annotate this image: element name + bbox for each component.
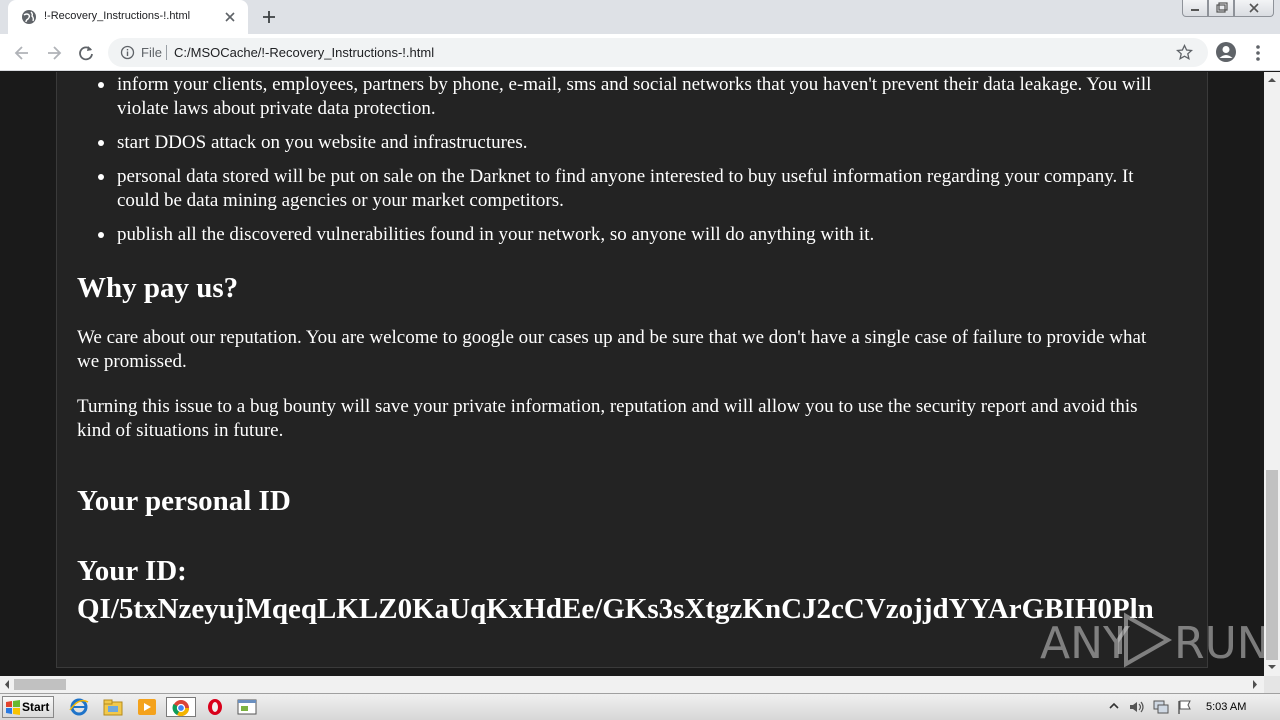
star-icon[interactable] <box>1176 44 1193 61</box>
minimize-icon <box>1191 9 1199 11</box>
ransom-note-content: inform your clients, employees, partners… <box>77 72 1177 628</box>
threat-list: inform your clients, employees, partners… <box>77 73 1177 247</box>
scroll-up-icon[interactable] <box>1264 73 1280 87</box>
id-value: QI/5txNzeyujMqeqLKLZ0KaUqKxHdEe/GKs3sXtg… <box>77 593 1154 625</box>
taskbar-clock[interactable]: 5:03 AM <box>1206 701 1246 713</box>
bug-bounty-paragraph: Turning this issue to a bug bounty will … <box>77 396 1138 441</box>
tab-strip: !-Recovery_Instructions-!.html <box>0 0 1280 34</box>
url-input[interactable] <box>174 42 1134 63</box>
page-viewport: inform your clients, employees, partners… <box>0 72 1264 676</box>
taskbar: Start 5:03 AM <box>0 693 1280 720</box>
list-item: inform your clients, employees, partners… <box>77 73 1177 121</box>
svg-text:RUN: RUN <box>1174 618 1264 669</box>
minimize-button[interactable] <box>1182 0 1208 17</box>
action-center-flag-icon[interactable] <box>1176 699 1194 715</box>
omnibox[interactable]: File <box>108 38 1208 67</box>
chrome-icon <box>172 700 190 717</box>
personal-id-block: Your ID: QI/5txNzeyujMqeqLKLZ0KaUqKxHdEe… <box>77 552 1177 628</box>
scroll-right-icon[interactable] <box>1250 678 1260 691</box>
globe-icon <box>22 10 36 24</box>
anyrun-watermark: ANY RUN <box>1040 608 1270 672</box>
opera-icon[interactable] <box>204 697 226 717</box>
why-pay-heading: Why pay us? <box>77 272 239 304</box>
plus-icon[interactable] <box>260 8 278 26</box>
reload-icon[interactable] <box>76 43 96 63</box>
list-item: publish all the discovered vulnerabiliti… <box>77 223 1177 247</box>
browser-tab[interactable]: !-Recovery_Instructions-!.html <box>8 0 248 34</box>
horizontal-scroll-thumb[interactable] <box>14 679 66 690</box>
vertical-scrollbar[interactable] <box>1264 72 1280 676</box>
reputation-paragraph: We care about our reputation. You are we… <box>77 327 1147 372</box>
app-window-icon[interactable] <box>236 697 258 717</box>
list-item: personal data stored will be put on sale… <box>77 165 1177 213</box>
windows-logo-icon <box>6 700 20 715</box>
id-label: Your ID: <box>77 555 187 587</box>
show-hidden-icons-icon[interactable] <box>1108 700 1120 714</box>
scroll-down-icon[interactable] <box>1264 660 1280 674</box>
personal-id-heading: Your personal ID <box>77 485 291 517</box>
forward-arrow-icon[interactable] <box>44 43 64 63</box>
internet-explorer-icon[interactable] <box>68 697 90 717</box>
close-icon[interactable] <box>222 9 238 25</box>
back-arrow-icon[interactable] <box>12 43 32 63</box>
svg-text:ANY: ANY <box>1040 618 1130 669</box>
browser-toolbar: File <box>0 34 1280 71</box>
kebab-menu-icon[interactable] <box>1252 43 1264 63</box>
start-button[interactable]: Start <box>2 696 54 718</box>
scrollbar-corner <box>1264 676 1280 693</box>
scroll-left-icon[interactable] <box>2 678 12 691</box>
tab-title: !-Recovery_Instructions-!.html <box>44 10 191 22</box>
info-icon[interactable] <box>120 45 135 60</box>
file-scheme-label: File <box>141 45 162 60</box>
watermark-logo: ANY RUN <box>1040 612 1270 669</box>
account-icon[interactable] <box>1215 41 1237 63</box>
omnibox-separator <box>166 45 167 60</box>
file-explorer-icon[interactable] <box>102 697 124 717</box>
network-icon[interactable] <box>1152 699 1170 715</box>
horizontal-scrollbar[interactable] <box>0 676 1264 693</box>
system-tray <box>1104 695 1280 719</box>
window-close-icon <box>1249 3 1259 13</box>
media-player-icon[interactable] <box>136 697 158 717</box>
list-item: start DDOS attack on you website and inf… <box>77 131 1177 155</box>
volume-icon[interactable] <box>1128 699 1146 715</box>
restore-button[interactable] <box>1208 0 1234 17</box>
window-close-button[interactable] <box>1234 0 1274 17</box>
restore-icon <box>1216 2 1228 13</box>
vertical-scroll-thumb[interactable] <box>1266 470 1278 660</box>
start-label: Start <box>22 700 50 714</box>
chrome-taskbar-button[interactable] <box>166 697 196 717</box>
